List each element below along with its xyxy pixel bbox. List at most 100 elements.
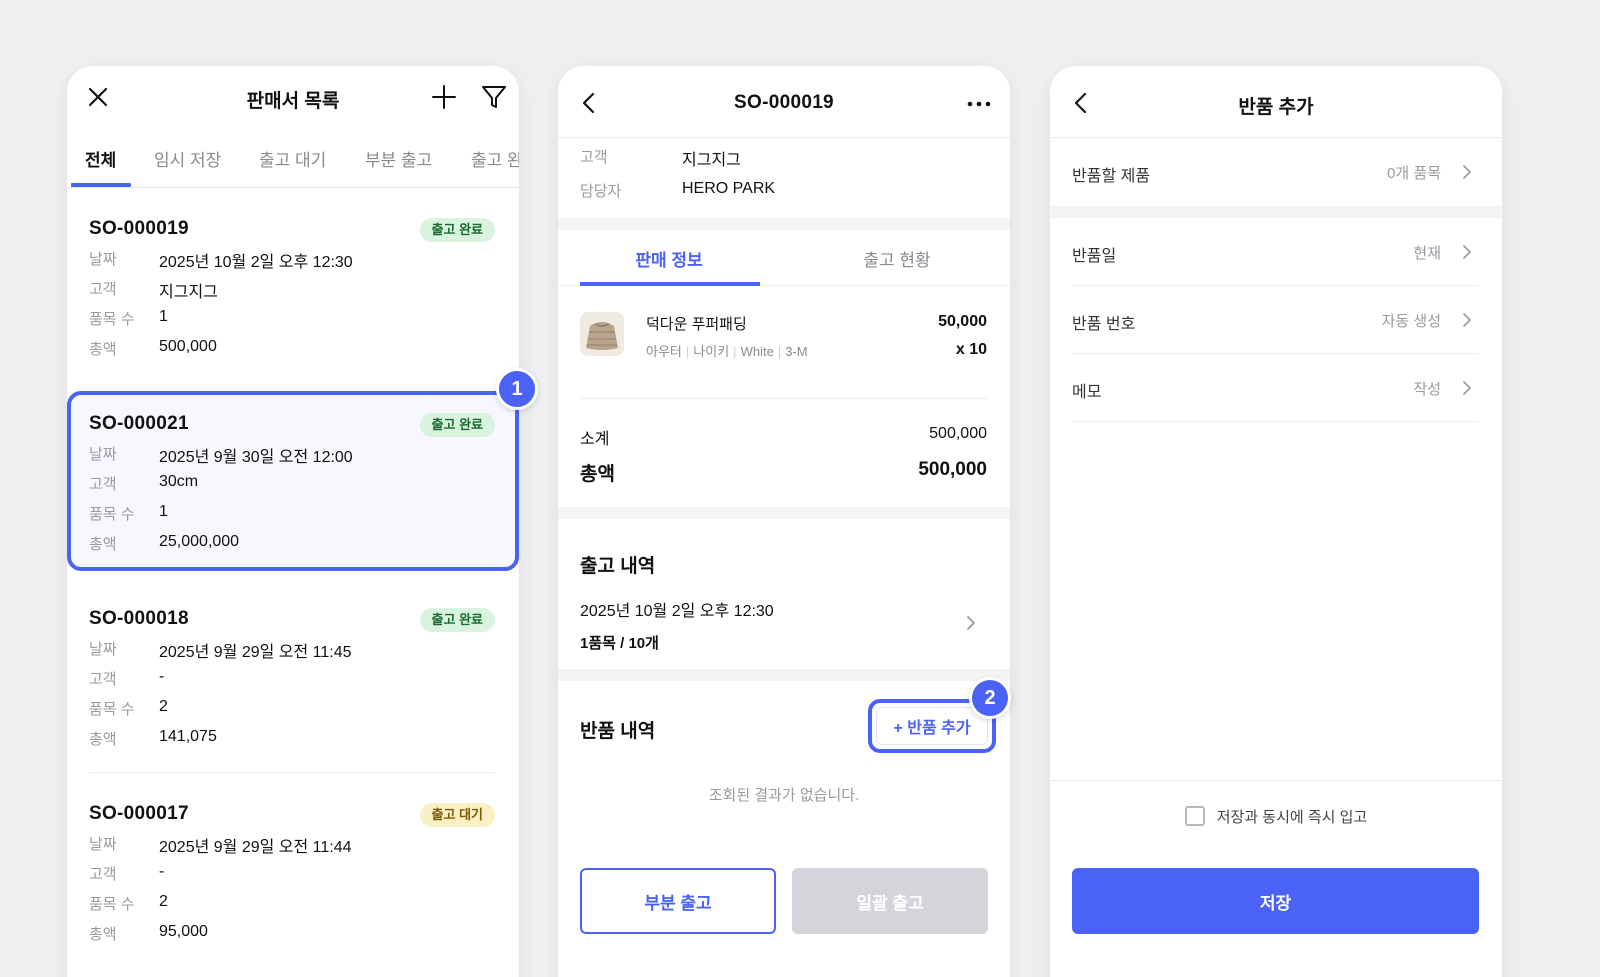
- row-value: 현재: [1413, 245, 1441, 262]
- customer-label: 고객: [89, 866, 117, 883]
- save-button[interactable]: 저장: [1072, 868, 1479, 934]
- shipping-history-title: 출고 내역: [580, 556, 656, 577]
- order-number: SO-000017: [89, 803, 189, 824]
- product-thumbnail: [580, 312, 624, 356]
- add-return-button[interactable]: + 반품 추가: [876, 707, 988, 745]
- return-header: 반품 추가: [1050, 66, 1502, 138]
- footer-divider: [1050, 780, 1502, 781]
- instant-receive-option: 저장과 동시에 즉시 입고: [1050, 806, 1502, 828]
- tab-sales-info[interactable]: 판매 정보: [580, 246, 758, 271]
- order-card[interactable]: SO-000017 출고 대기 날짜 2025년 9월 29일 오전 11:44 …: [67, 781, 519, 975]
- order-total: 25,000,000: [159, 533, 240, 550]
- return-date-row[interactable]: 반품일 현재: [1072, 218, 1479, 286]
- row-value: 자동 생성: [1381, 313, 1441, 330]
- order-total: 95,000: [159, 923, 208, 940]
- product-option: 3-M: [785, 344, 808, 359]
- page-title: SO-000019: [734, 92, 834, 113]
- product-quantity: x 10: [955, 341, 987, 358]
- product-price: 50,000: [938, 313, 987, 330]
- order-item-count: 2: [159, 698, 168, 715]
- order-number: SO-000019: [89, 218, 189, 239]
- section-gap: [558, 507, 1010, 519]
- plus-icon[interactable]: [429, 82, 459, 112]
- memo-row[interactable]: 메모 작성: [1072, 354, 1479, 422]
- order-customer: 지그지그: [159, 284, 218, 301]
- row-label: 반품할 제품: [1072, 168, 1151, 185]
- item-count-label: 품목 수: [89, 701, 135, 718]
- status-badge: 출고 완료: [419, 218, 495, 242]
- order-number: SO-000018: [89, 608, 189, 629]
- subtotal-value: 500,000: [929, 425, 987, 442]
- return-number-row[interactable]: 반품 번호 자동 생성: [1072, 286, 1479, 354]
- order-total: 141,075: [159, 728, 217, 745]
- order-item-count: 2: [159, 893, 168, 910]
- order-date: 2025년 9월 30일 오전 12:00: [159, 449, 353, 466]
- filter-icon[interactable]: [479, 82, 509, 112]
- partial-ship-button[interactable]: 부분 출고: [580, 868, 776, 934]
- order-item-count: 1: [159, 503, 168, 520]
- empty-message: 조회된 결과가 없습니다.: [708, 787, 860, 804]
- page-title: 반품 추가: [1238, 97, 1314, 118]
- section-gap: [1050, 206, 1502, 218]
- item-count-label: 품목 수: [89, 311, 135, 328]
- total-label: 총액: [89, 341, 117, 358]
- shipping-count[interactable]: 1품목 / 10개: [580, 632, 659, 653]
- tab-all[interactable]: 전체: [85, 146, 116, 171]
- order-total: 500,000: [159, 338, 217, 355]
- customer-label: 고객: [89, 281, 117, 298]
- instant-receive-checkbox[interactable]: [1184, 806, 1205, 827]
- status-badge: 출고 완료: [419, 413, 495, 437]
- row-label: 반품일: [1072, 248, 1117, 265]
- order-card[interactable]: SO-000018 출고 완료 날짜 2025년 9월 29일 오전 11:45 …: [67, 586, 519, 780]
- row-value: 0개 품목: [1387, 165, 1441, 182]
- bulk-ship-button[interactable]: 일괄 출고: [792, 868, 988, 934]
- date-label: 날짜: [89, 446, 117, 463]
- add-return-screen: 반품 추가 반품할 제품 0개 품목 반품일 현재 반품 번호 자동 생성 메모…: [1050, 66, 1502, 977]
- product-option: 나이키: [693, 344, 730, 359]
- tab-partial[interactable]: 부분 출고: [365, 146, 432, 171]
- shipping-date[interactable]: 2025년 10월 2일 오후 12:30: [580, 597, 774, 621]
- order-date: 2025년 9월 29일 오전 11:44: [159, 839, 352, 856]
- order-card[interactable]: SO-000019 출고 완료 날짜 2025년 10월 2일 오후 12:30 …: [67, 196, 519, 390]
- item-count-label: 품목 수: [89, 896, 135, 913]
- return-history-title: 반품 내역: [580, 721, 656, 742]
- customer-label: 고객: [89, 671, 117, 688]
- tab-complete[interactable]: 출고 완: [471, 146, 519, 171]
- chevron-right-icon: [1459, 312, 1475, 328]
- active-tab-indicator: [71, 183, 131, 187]
- chevron-right-icon: [1459, 380, 1475, 396]
- tab-draft[interactable]: 임시 저장: [154, 146, 221, 171]
- status-tabs: 전체 임시 저장 출고 대기 부분 출고 출고 완: [67, 132, 519, 188]
- checkbox-label[interactable]: 저장과 동시에 즉시 입고: [1217, 809, 1368, 826]
- sales-detail-screen: SO-000019 고객 지그지그 담당자 HERO PARK 판매 정보 출고…: [558, 66, 1010, 977]
- step-badge-1: 1: [496, 368, 538, 410]
- summary-divider: [580, 398, 987, 399]
- order-customer: -: [159, 863, 165, 880]
- tab-shipping-status[interactable]: 출고 현황: [808, 246, 986, 271]
- order-card-selected[interactable]: SO-000021 출고 완료 날짜 2025년 9월 30일 오전 12:00 …: [67, 391, 519, 585]
- product-option: White: [740, 344, 774, 359]
- order-customer: -: [159, 668, 165, 685]
- row-label: 반품 번호: [1072, 316, 1136, 333]
- more-icon[interactable]: [964, 94, 994, 114]
- date-label: 날짜: [89, 251, 117, 268]
- product-option: 아우터: [646, 344, 682, 359]
- total-value: 500,000: [918, 459, 987, 480]
- list-divider: [89, 772, 495, 773]
- order-item-count: 1: [159, 308, 168, 325]
- customer-value: 지그지그: [682, 152, 741, 169]
- chevron-right-icon[interactable]: [962, 614, 980, 632]
- row-label: 메모: [1072, 384, 1102, 401]
- chevron-right-icon: [1459, 244, 1475, 260]
- order-date: 2025년 9월 29일 오전 11:45: [159, 644, 352, 661]
- product-options: 아우터 | 나이키 | White | 3-M: [646, 344, 808, 359]
- row-value: 작성: [1413, 381, 1441, 398]
- return-products-row[interactable]: 반품할 제품 0개 품목: [1072, 138, 1479, 206]
- date-label: 날짜: [89, 836, 117, 853]
- total-label: 총액: [89, 926, 117, 943]
- total-label: 총액: [89, 536, 117, 553]
- tab-waiting[interactable]: 출고 대기: [259, 146, 326, 171]
- customer-label: 고객: [89, 476, 117, 493]
- total-label: 총액: [580, 464, 615, 485]
- section-gap: [558, 669, 1010, 681]
